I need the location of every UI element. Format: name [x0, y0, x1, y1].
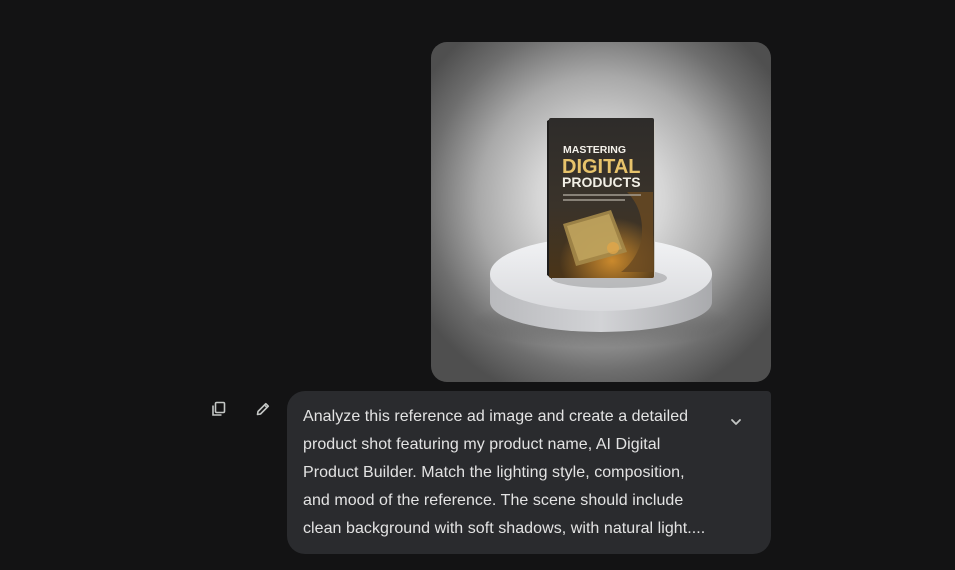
chevron-down-icon [731, 419, 741, 425]
book-title-line1: MASTERING [563, 144, 626, 156]
edit-button[interactable] [251, 397, 275, 421]
attached-image[interactable]: MASTERING DIGITAL PRODUCTS [431, 42, 771, 382]
book-title-line3: PRODUCTS [562, 174, 641, 190]
expand-prompt-button[interactable] [725, 411, 747, 433]
user-prompt-bubble: Analyze this reference ad image and crea… [287, 391, 771, 554]
pencil-icon [256, 402, 270, 416]
prompt-text: Analyze this reference ad image and crea… [303, 408, 706, 537]
book-on-pedestal-illustration: MASTERING DIGITAL PRODUCTS [471, 118, 731, 348]
copy-icon [212, 401, 226, 416]
copy-button[interactable] [207, 397, 231, 421]
chat-area: MASTERING DIGITAL PRODUCTS Analyze this … [0, 0, 955, 570]
